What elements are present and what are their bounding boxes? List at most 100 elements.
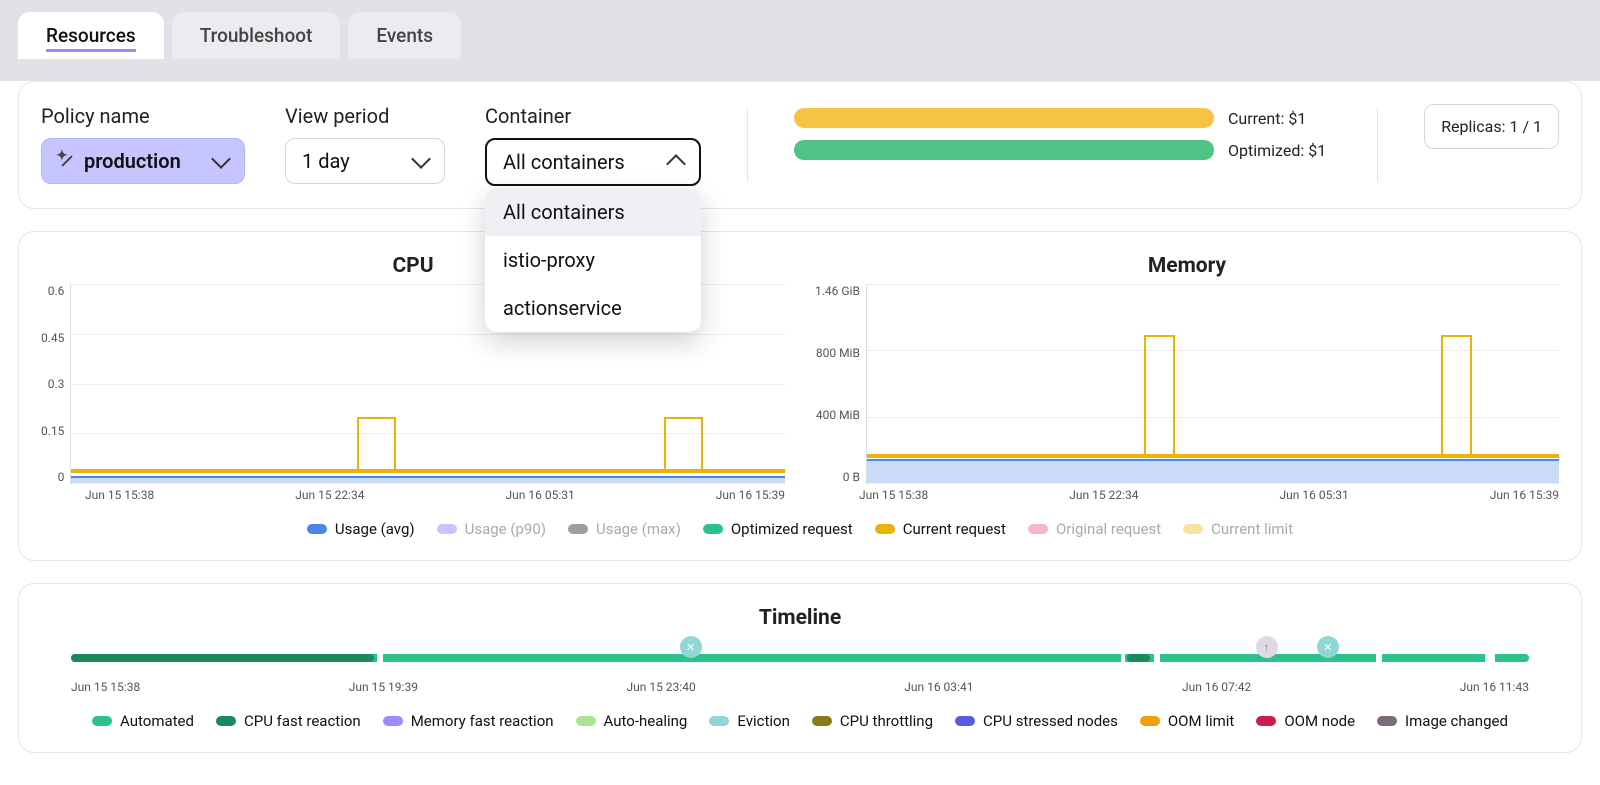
eviction-marker-icon[interactable]: ✕ <box>1317 636 1339 658</box>
optimized-cost-bar <box>794 140 1214 160</box>
timeline-title: Timeline <box>41 606 1559 630</box>
legend-label: Usage (avg) <box>335 520 415 538</box>
legend-swatch <box>875 524 895 534</box>
legend-item[interactable]: OOM limit <box>1140 712 1234 730</box>
legend-item[interactable]: CPU fast reaction <box>216 712 361 730</box>
container-label: Container <box>485 104 701 128</box>
timeline-bar[interactable]: ✕↑✕ <box>71 644 1529 672</box>
legend-swatch <box>1183 524 1203 534</box>
legend-swatch <box>307 524 327 534</box>
y-axis: 0.60.450.30.150 <box>41 284 70 484</box>
legend-item[interactable]: Memory fast reaction <box>383 712 554 730</box>
chevron-up-icon <box>666 154 686 174</box>
legend-item[interactable]: OOM node <box>1256 712 1355 730</box>
replicas-pill: Replicas: 1 / 1 <box>1424 104 1559 149</box>
legend-item[interactable]: Current request <box>875 520 1006 538</box>
tab-events[interactable]: Events <box>348 12 461 59</box>
tab-troubleshoot[interactable]: Troubleshoot <box>172 12 341 59</box>
eviction-marker-icon[interactable]: ✕ <box>680 636 702 658</box>
current-request-spike <box>1144 335 1175 458</box>
legend-item[interactable]: Auto-healing <box>576 712 688 730</box>
legend-label: Usage (p90) <box>465 520 546 538</box>
up-marker-icon[interactable]: ↑ <box>1256 636 1278 658</box>
policy-label: Policy name <box>41 104 245 128</box>
legend-label: Eviction <box>737 712 790 730</box>
legend-label: Optimized request <box>731 520 853 538</box>
policy-select[interactable]: production <box>41 138 245 184</box>
legend-swatch <box>1377 716 1397 726</box>
timeline-gap <box>1154 654 1160 662</box>
timeline-legend: Automated CPU fast reaction Memory fast re… <box>41 694 1559 730</box>
legend-label: Auto-healing <box>604 712 688 730</box>
period-select[interactable]: 1 day <box>285 138 445 184</box>
current-request-spike <box>1441 335 1472 458</box>
legend-item[interactable]: Usage (max) <box>568 520 681 538</box>
tab-strip: Resources Troubleshoot Events <box>0 0 1600 59</box>
x-axis: Jun 15 15:38Jun 15 22:34Jun 16 05:31Jun … <box>815 484 1559 502</box>
timeline-gap <box>1121 654 1125 662</box>
legend-item[interactable]: Usage (p90) <box>437 520 546 538</box>
container-filter: Container All containers All containers … <box>485 104 701 186</box>
legend-item[interactable]: CPU stressed nodes <box>955 712 1118 730</box>
legend-item[interactable]: Optimized request <box>703 520 853 538</box>
y-axis: 1.46 GiB800 MiB400 MiB0 B <box>815 284 866 484</box>
legend-label: Usage (max) <box>596 520 681 538</box>
timeline-segment-cpu-fast <box>1127 654 1150 662</box>
legend-label: Current request <box>903 520 1006 538</box>
current-cost-bar <box>794 108 1214 128</box>
legend-swatch <box>1140 716 1160 726</box>
legend-swatch <box>703 524 723 534</box>
current-request-spike <box>664 417 703 473</box>
plot-area[interactable] <box>866 284 1559 484</box>
container-option[interactable]: istio-proxy <box>485 236 701 284</box>
legend-label: OOM limit <box>1168 712 1234 730</box>
current-cost-label: Current: $1 <box>1228 109 1306 128</box>
legend-item[interactable]: Automated <box>92 712 194 730</box>
tab-resources[interactable]: Resources <box>18 12 164 59</box>
policy-filter: Policy name production <box>41 104 245 184</box>
timeline-gap <box>377 654 383 662</box>
legend-swatch <box>568 524 588 534</box>
legend-label: Memory fast reaction <box>411 712 554 730</box>
legend-item[interactable]: Original request <box>1028 520 1161 538</box>
legend-label: CPU stressed nodes <box>983 712 1118 730</box>
legend-swatch <box>437 524 457 534</box>
container-option[interactable]: All containers <box>485 188 701 236</box>
legend-label: CPU throttling <box>840 712 933 730</box>
memory-chart: Memory1.46 GiB800 MiB400 MiB0 BJun 15 15… <box>815 254 1559 502</box>
optimized-cost-label: Optimized: $1 <box>1228 141 1326 160</box>
chevron-down-icon <box>211 149 231 169</box>
legend-swatch <box>1028 524 1048 534</box>
legend-label: Image changed <box>1405 712 1508 730</box>
timeline-x-axis: Jun 15 15:38Jun 15 19:39Jun 15 23:40Jun … <box>71 680 1529 694</box>
container-dropdown: All containers istio-proxy actionservice <box>485 188 701 332</box>
usage-avg-series <box>867 459 1559 483</box>
legend-item[interactable]: Usage (avg) <box>307 520 415 538</box>
legend-item[interactable]: Eviction <box>709 712 790 730</box>
legend-swatch <box>709 716 729 726</box>
period-label: View period <box>285 104 445 128</box>
legend-swatch <box>576 716 596 726</box>
legend-item[interactable]: Image changed <box>1377 712 1508 730</box>
wand-icon <box>58 152 76 170</box>
legend-item[interactable]: CPU throttling <box>812 712 933 730</box>
timeline-segment-cpu-fast <box>71 654 374 662</box>
x-axis: Jun 15 15:38Jun 15 22:34Jun 16 05:31Jun … <box>41 484 785 502</box>
legend-swatch <box>955 716 975 726</box>
container-option[interactable]: actionservice <box>485 284 701 332</box>
legend-swatch <box>383 716 403 726</box>
legend-item[interactable]: Current limit <box>1183 520 1293 538</box>
usage-avg-series <box>71 476 785 483</box>
cost-summary: Current: $1 Optimized: $1 <box>794 104 1331 160</box>
legend-label: Current limit <box>1211 520 1293 538</box>
container-select[interactable]: All containers <box>485 138 701 186</box>
legend-swatch <box>1256 716 1276 726</box>
divider <box>747 108 748 182</box>
legend-label: CPU fast reaction <box>244 712 361 730</box>
current-request-spike <box>357 417 396 473</box>
legend-label: Original request <box>1056 520 1161 538</box>
divider <box>1377 108 1378 182</box>
period-filter: View period 1 day <box>285 104 445 184</box>
chart-legend: Usage (avg) Usage (p90) Usage (max) Optimiz… <box>41 502 1559 538</box>
legend-swatch <box>92 716 112 726</box>
